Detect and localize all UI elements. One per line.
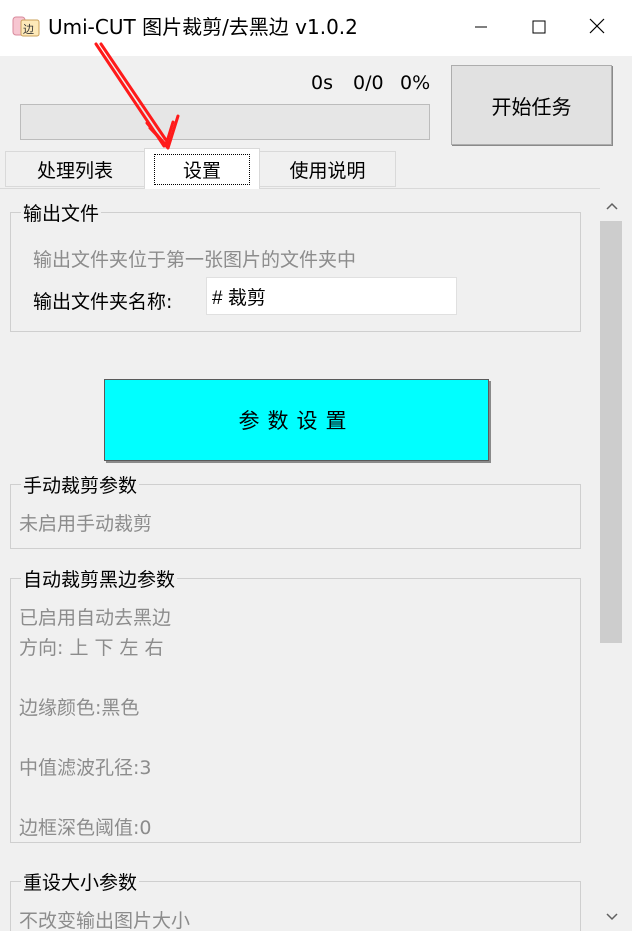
resize-legend: 重设大小参数 (21, 868, 140, 895)
manual-crop-status: 未启用手动裁剪 (19, 513, 153, 535)
resize-group: 重设大小参数 不改变输出图片大小 (10, 868, 581, 931)
output-folder-label: 输出文件夹名称: (33, 291, 173, 313)
progress-bar (20, 104, 430, 140)
tab-instructions[interactable]: 使用说明 (259, 151, 396, 187)
progress-percent: 0% (400, 72, 431, 94)
tab-settings[interactable]: 设置 (144, 148, 260, 189)
chevron-up-icon (606, 195, 618, 214)
chevron-down-icon (606, 906, 618, 925)
elapsed-time: 0s (311, 72, 333, 94)
app-icon: 边 (12, 14, 42, 40)
auto-crop-direction: 方向: 上 下 左 右 (19, 637, 164, 659)
manual-crop-legend: 手动裁剪参数 (21, 471, 140, 498)
tab-settings-label: 设置 (153, 153, 250, 185)
maximize-button[interactable] (510, 0, 568, 56)
auto-crop-enabled: 已启用自动去黑边 (19, 607, 172, 629)
minimize-icon (474, 19, 488, 38)
output-file-legend: 输出文件 (21, 199, 102, 226)
task-count: 0/0 (353, 72, 384, 94)
output-folder-name-input[interactable] (206, 277, 457, 315)
svg-text:边: 边 (23, 23, 34, 36)
auto-crop-group: 自动裁剪黑边参数 已启用自动去黑边 方向: 上 下 左 右 边缘颜色:黑色 中值… (10, 565, 581, 843)
resize-status: 不改变输出图片大小 (19, 910, 191, 931)
auto-crop-median-filter: 中值滤波孔径:3 (19, 757, 152, 779)
output-folder-hint: 输出文件夹位于第一张图片的文件夹中 (33, 249, 357, 271)
vertical-scrollbar[interactable] (598, 189, 626, 930)
auto-crop-dark-threshold: 边框深色阈值:0 (19, 817, 152, 839)
maximize-icon (532, 19, 546, 38)
start-task-button[interactable]: 开始任务 (451, 65, 612, 145)
parameter-settings-button[interactable]: 参数设置 (104, 379, 489, 461)
manual-crop-group: 手动裁剪参数 未启用手动裁剪 (10, 471, 581, 549)
auto-crop-edge-color: 边缘颜色:黑色 (19, 697, 140, 719)
window-title: Umi-CUT 图片裁剪/去黑边 v1.0.2 (48, 15, 358, 39)
tab-process-list[interactable]: 处理列表 (5, 151, 145, 187)
scroll-up-button[interactable] (598, 189, 626, 219)
title-bar: 边 Umi-CUT 图片裁剪/去黑边 v1.0.2 (0, 0, 632, 56)
output-file-group: 输出文件 输出文件夹位于第一张图片的文件夹中 输出文件夹名称: (10, 199, 581, 332)
scroll-down-button[interactable] (598, 900, 626, 930)
minimize-button[interactable] (452, 0, 510, 56)
close-icon (589, 18, 605, 38)
settings-panel: 输出文件 输出文件夹位于第一张图片的文件夹中 输出文件夹名称: 参数设置 手动裁… (0, 188, 600, 931)
scrollbar-thumb[interactable] (600, 221, 622, 643)
auto-crop-legend: 自动裁剪黑边参数 (21, 565, 178, 592)
close-button[interactable] (568, 0, 626, 56)
